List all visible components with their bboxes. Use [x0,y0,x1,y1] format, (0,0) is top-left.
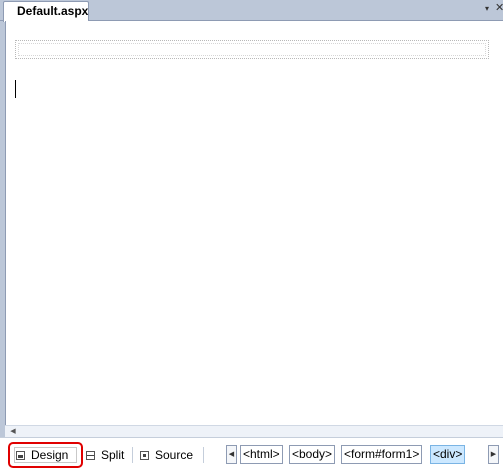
breadcrumb-div[interactable]: <div> [430,445,466,464]
document-tab-default-aspx[interactable]: Default.aspx [3,1,89,22]
breadcrumb-body[interactable]: <body> [289,445,336,464]
source-view-button[interactable]: Source [140,446,193,464]
breadcrumb-next-icon[interactable]: ▶ [488,445,499,464]
design-icon [16,451,25,460]
scroll-left-icon[interactable]: ◀ [8,426,18,437]
breadcrumb-form[interactable]: <form#form1> [341,445,423,464]
design-view-button[interactable]: Design [8,442,83,468]
split-view-label: Split [101,448,125,462]
text-caret [15,80,16,98]
close-icon[interactable]: ✕ [495,1,503,15]
split-icon [86,451,95,460]
source-view-label: Source [155,448,194,462]
view-bar: Design Split Source ◀ <html> <body> <for… [0,437,503,471]
separator [203,447,204,463]
design-view-label: Design [31,448,69,462]
horizontal-scrollbar[interactable]: ◀ [5,425,503,437]
tab-overflow-icon[interactable]: ▾ [485,3,493,15]
document-tab-strip: Default.aspx ▾ ✕ [0,0,503,22]
breadcrumb-prev-icon[interactable]: ◀ [226,445,237,464]
document-tab-label: Default.aspx [17,4,89,18]
source-icon [140,451,149,460]
design-surface[interactable] [5,21,503,425]
breadcrumb-html[interactable]: <html> [240,445,283,464]
div-placeholder[interactable] [15,40,489,59]
split-view-button[interactable]: Split [86,446,124,464]
separator [132,447,133,463]
